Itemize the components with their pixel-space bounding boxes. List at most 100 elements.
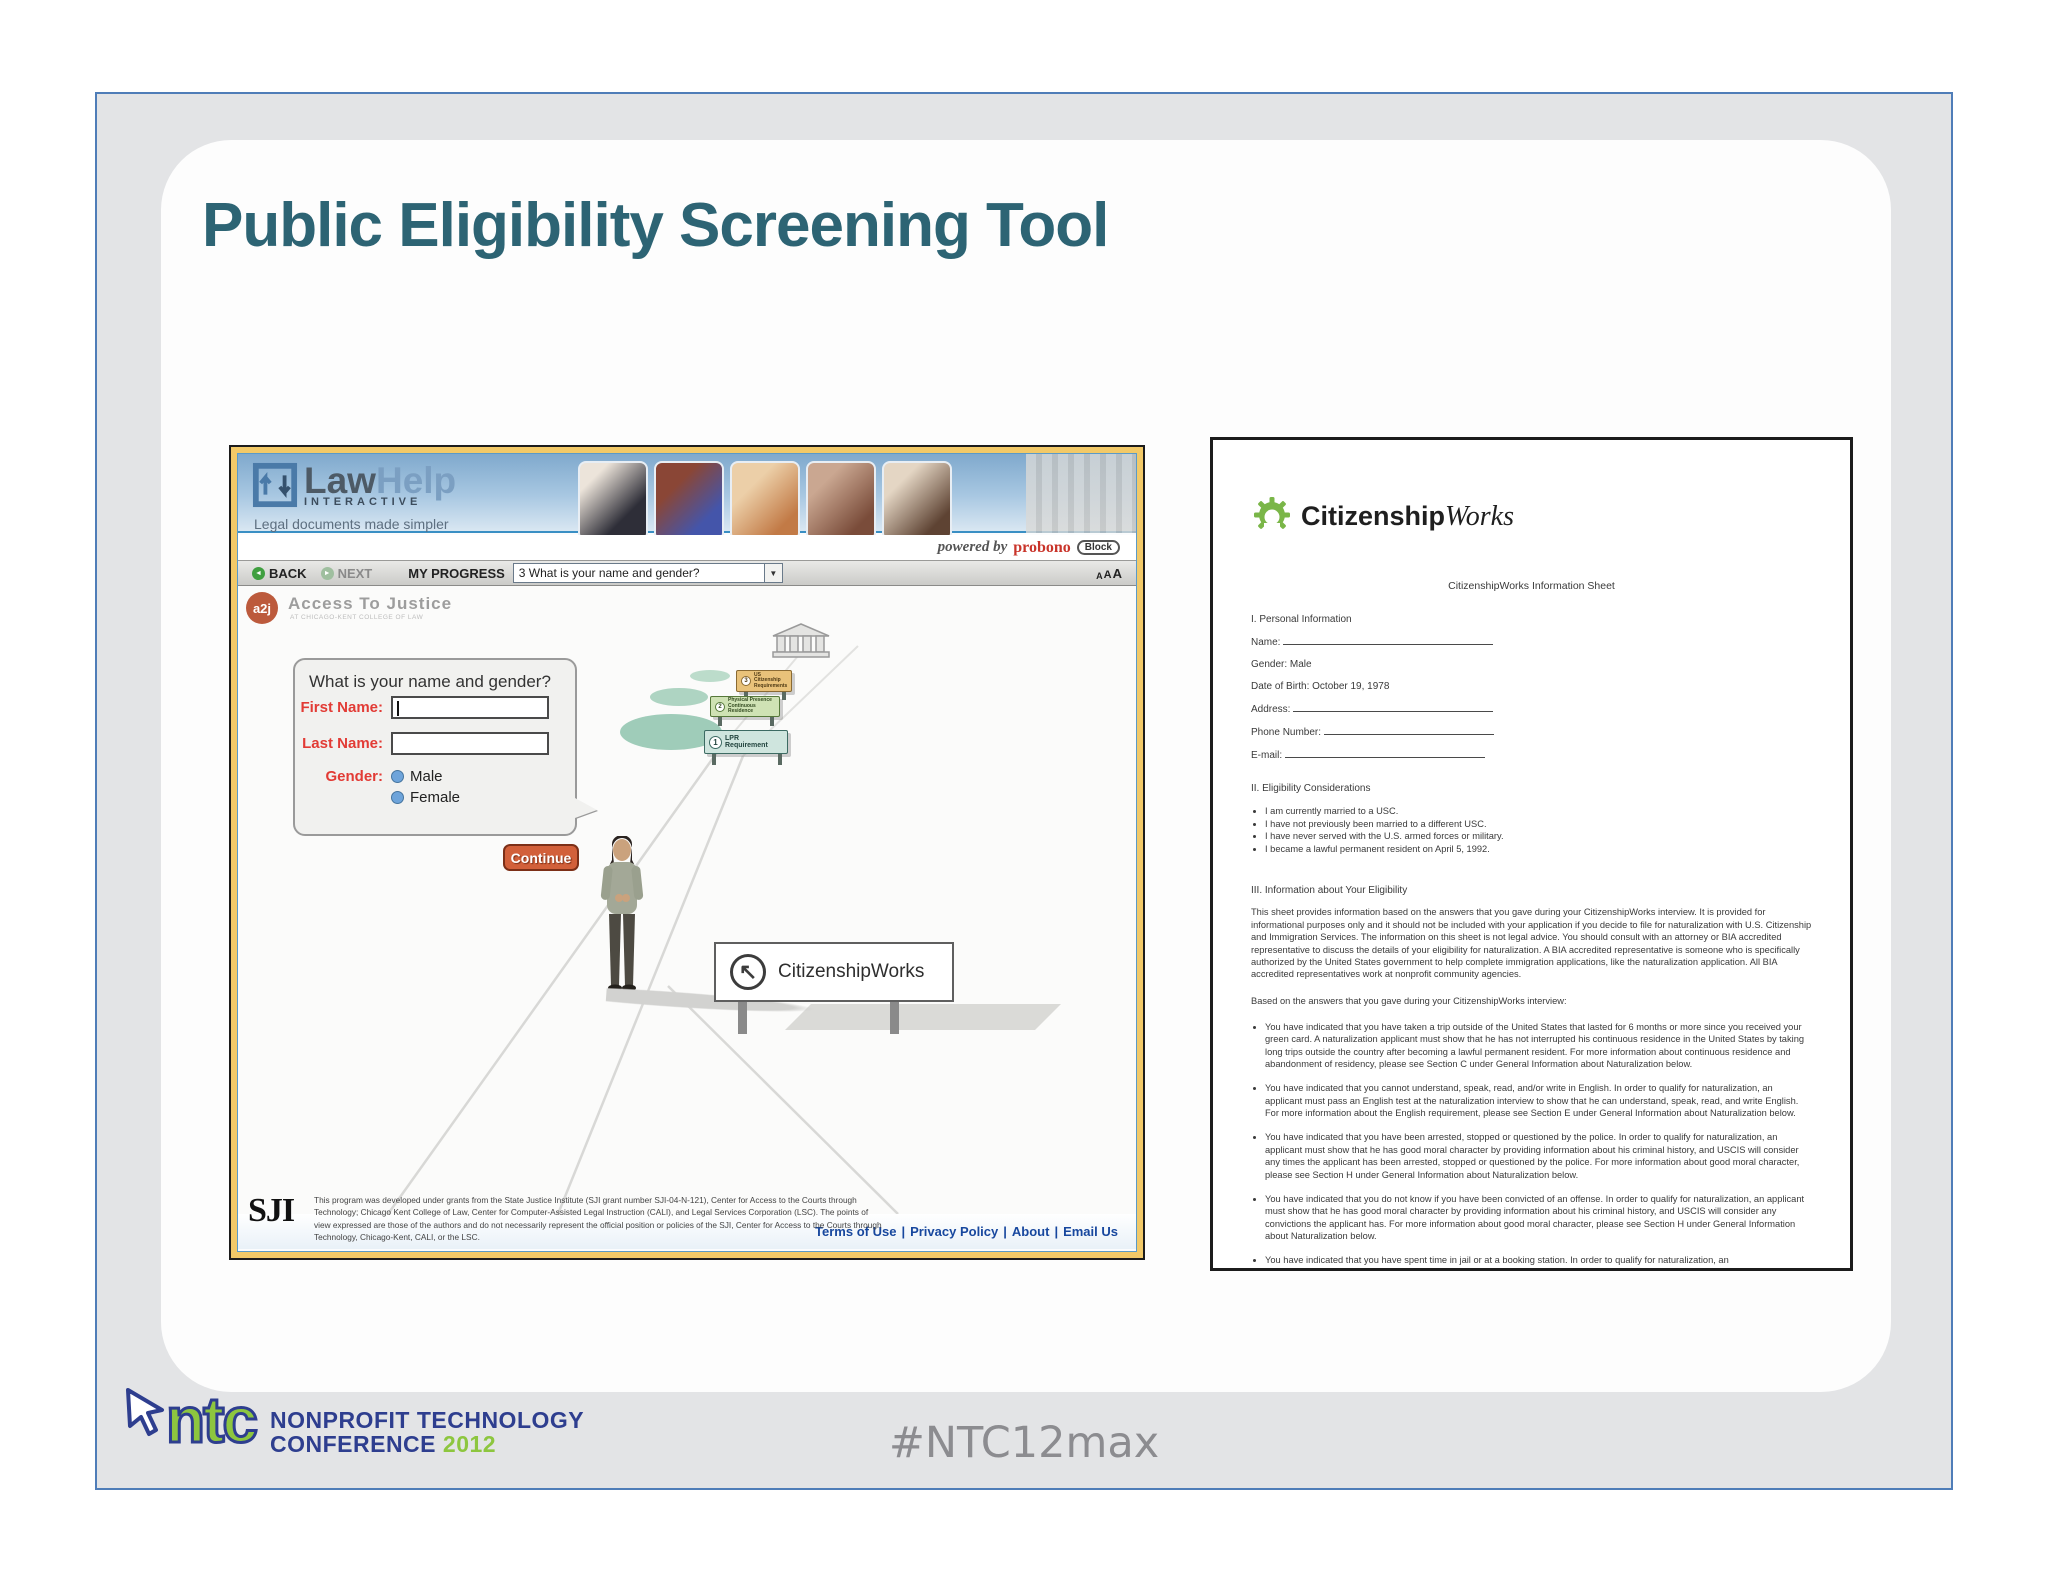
question-title: What is your name and gender? [309,672,551,691]
separator: | [901,1224,906,1239]
separator: | [1054,1224,1059,1239]
gender-label: Gender: [325,768,383,785]
my-progress-label: MY PROGRESS [408,565,505,581]
link-privacy-policy[interactable]: Privacy Policy [910,1224,998,1239]
first-name-input[interactable] [391,696,549,719]
logo-word-help: Help [375,460,457,501]
gender-option-female[interactable]: Female [391,789,460,806]
eligibility-item: I am currently married to a USC. [1265,806,1812,818]
signpost-1: 1 LPR Requirement [704,730,788,754]
signpost-3: 3 US Citizenship Requirements [736,670,792,692]
header-photo [806,461,876,541]
a2j-title: Access To Justice [288,594,453,613]
a2j-subtitle: AT CHICAGO-KENT COLLEGE OF LAW [290,614,424,621]
gender-value: Gender: Male [1251,659,1312,670]
progress-dropdown[interactable]: 3 What is your name and gender? [512,563,765,583]
a2j-logo: a2j [246,592,278,624]
brand-works: Works [1445,501,1514,532]
powered-by-bar: powered by probono Block [238,535,1136,560]
first-name-label: First Name: [300,699,383,716]
lawhelp-tagline: Legal documents made simpler [254,516,449,532]
lawhelp-screenshot: LawHelp INTERACTIVE Legal documents made… [229,445,1145,1260]
continue-button[interactable]: Continue [503,844,579,871]
section-information-eligibility: III. Information about Your Eligibility [1251,885,1408,897]
signpost-2: 2 Physical Presence Continuous Residence [710,696,780,717]
result-item: You have indicated that you have been ar… [1265,1131,1812,1180]
dob-value: Date of Birth: October 19, 1978 [1251,681,1390,692]
address-blank [1293,703,1494,712]
font-large[interactable]: A [1113,566,1122,581]
last-name-input[interactable] [391,732,549,755]
interview-results-list: You have indicated that you have taken a… [1265,1021,1812,1267]
cw-sign-leg [890,1000,899,1034]
header-photo [578,461,648,541]
next-button[interactable]: ► NEXT [320,566,372,581]
guide-avatar [600,836,644,992]
eligibility-item: I have never served with the U.S. armed … [1265,831,1812,843]
bush-shape [690,670,730,682]
section-personal-information: I. Personal Information [1251,614,1352,625]
name-blank [1283,636,1494,645]
result-item: You have indicated that you do not know … [1265,1193,1812,1242]
sign-leg [770,717,774,726]
sji-paragraph-2: "A2J Author" and "A2J Guided Interviews"… [248,1250,896,1251]
phone-blank [1323,726,1494,735]
email-label: E-mail: [1251,750,1283,761]
lawhelp-header: LawHelp INTERACTIVE Legal documents made… [238,454,1136,541]
eligibility-list: I am currently married to a USC. I have … [1265,806,1812,855]
arrow-up-left-icon: ↖ [730,954,766,990]
sign-leg [778,754,782,765]
bush-shape [650,688,708,706]
section-eligibility-considerations: II. Eligibility Considerations [1251,783,1371,794]
name-label: Name: [1251,637,1281,648]
sign-leg [712,754,716,765]
pillar-image [1026,454,1136,533]
radio-female[interactable] [391,791,404,804]
radio-male[interactable] [391,770,404,783]
probono-brand[interactable]: probono [1013,539,1071,557]
lawhelp-logo[interactable]: LawHelp INTERACTIVE [252,462,456,508]
citizenshipworks-sign[interactable]: ↖ CitizenshipWorks [714,942,954,1002]
font-medium[interactable]: A [1104,569,1112,581]
sign-leg [718,717,722,726]
separator: | [1003,1224,1007,1239]
eligibility-item: I became a lawful permanent resident on … [1265,844,1812,856]
sji-logo: SJI [248,1192,295,1229]
eligibility-intro-paragraph: This sheet provides information based on… [1251,907,1812,980]
text-cursor [397,701,399,716]
next-icon: ► [320,566,334,580]
sign-shadow [785,1004,1061,1030]
dropdown-caret-icon[interactable]: ▼ [764,563,783,583]
back-icon: ◄ [252,566,265,580]
result-item: You have indicated that you have spent t… [1265,1254,1812,1266]
brand-citizenship: Citizenship [1301,501,1446,531]
link-about[interactable]: About [1012,1224,1050,1239]
gear-icon [1254,497,1290,538]
cursor-arrow-icon [126,1388,164,1436]
event-hashtag: #NTC12max [888,1418,1160,1468]
question-box: What is your name and gender? First Name… [293,658,577,836]
interview-scene: a2j Access To Justice AT CHICAGO-KENT CO… [238,586,1136,1242]
lawhelp-logo-icon [252,462,298,508]
header-photo [654,461,724,541]
header-photo-strip [578,461,952,541]
font-size-controls[interactable]: A A A [1096,566,1122,581]
header-photo [730,461,800,541]
phone-label: Phone Number: [1251,727,1322,738]
link-email-us[interactable]: Email Us [1063,1224,1118,1239]
address-label: Address: [1251,704,1291,715]
document-title: CitizenshipWorks Information Sheet [1448,580,1615,592]
result-item: You have indicated that you have taken a… [1265,1021,1812,1070]
sign-leg [782,692,786,700]
font-small[interactable]: A [1096,571,1103,581]
sji-paragraph-1: This program was developed under grants … [314,1195,882,1243]
result-item: You have indicated that you cannot under… [1265,1082,1812,1119]
citizenshipworks-info-sheet: CitizenshipWorks CitizenshipWorks Inform… [1210,437,1853,1271]
cw-sign-leg [738,1000,747,1034]
page-title: Public Eligibility Screening Tool [202,191,1109,260]
interview-toolbar: ◄ BACK ► NEXT MY PROGRESS 3 What is your… [238,560,1136,586]
block-button[interactable]: Block [1076,540,1120,555]
back-button[interactable]: ◄ BACK [252,566,307,581]
email-blank [1284,749,1485,758]
gender-option-male[interactable]: Male [391,768,460,785]
